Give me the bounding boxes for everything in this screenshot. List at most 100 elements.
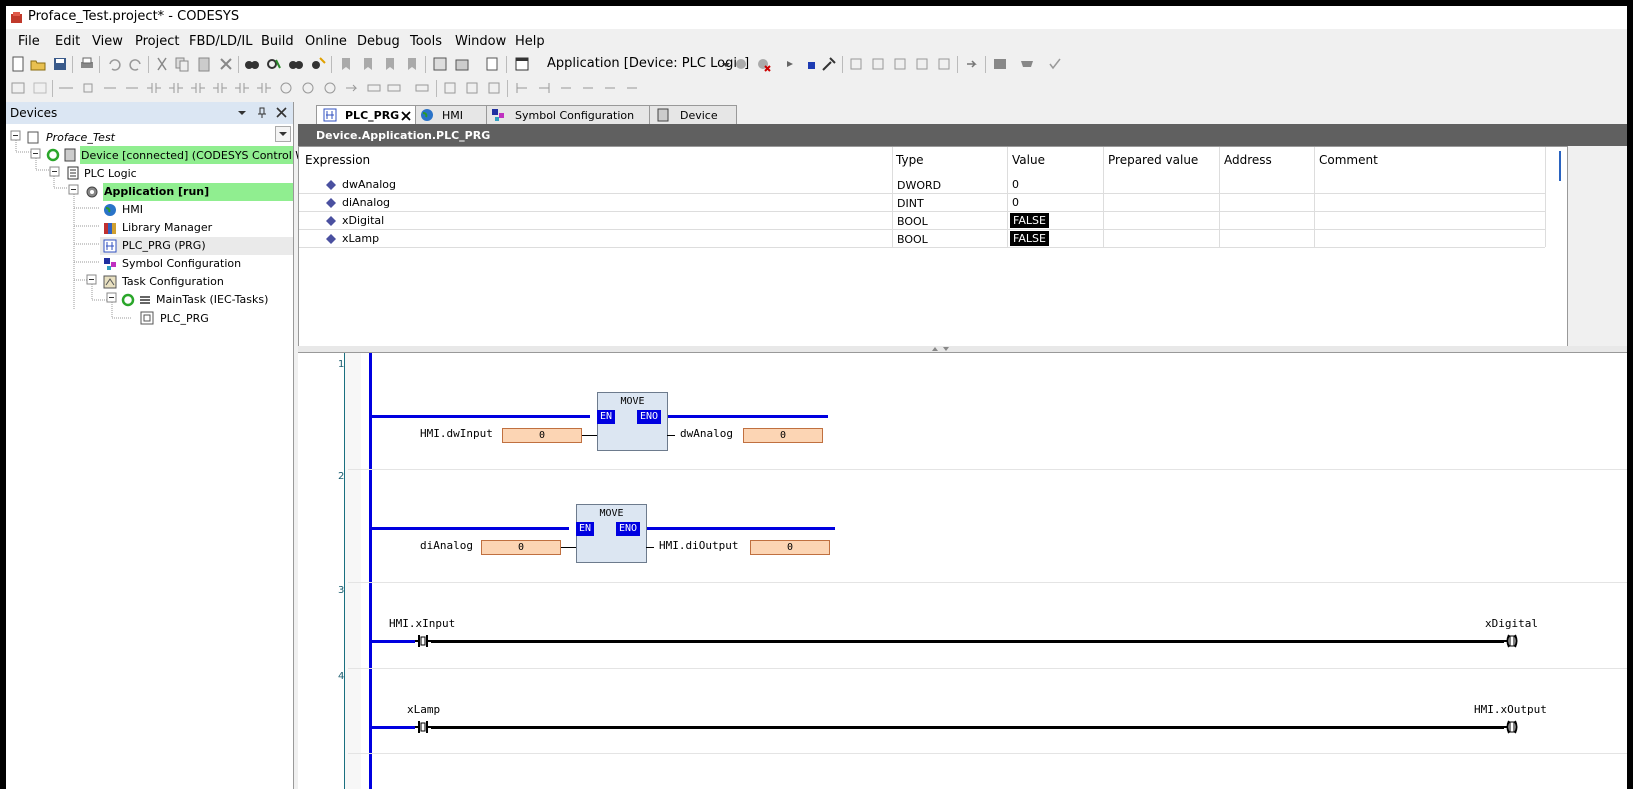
insert-rising-edge-icon[interactable] xyxy=(234,80,250,96)
breakpoint-icon[interactable] xyxy=(848,56,864,72)
copy-icon[interactable] xyxy=(174,56,190,72)
online-value-box[interactable]: 0 xyxy=(502,428,582,443)
menu-help[interactable]: Help xyxy=(515,34,545,49)
menu-edit[interactable]: Edit xyxy=(55,34,80,49)
menu-window[interactable]: Window xyxy=(455,34,506,49)
column-header-expression[interactable]: Expression xyxy=(305,153,370,167)
logout-icon[interactable] xyxy=(755,56,771,72)
menu-debug[interactable]: Debug xyxy=(357,34,400,49)
tree-item-plc-logic[interactable]: PLC Logic xyxy=(84,167,137,180)
coil-icon[interactable] xyxy=(1504,634,1520,648)
open-folder-icon[interactable] xyxy=(30,56,46,72)
start-icon[interactable] xyxy=(782,56,798,72)
write-values-icon[interactable] xyxy=(964,56,980,72)
input-variable-label[interactable]: HMI.dwInput xyxy=(420,427,493,440)
menu-tools[interactable]: Tools xyxy=(410,34,442,49)
copy-project-icon[interactable] xyxy=(432,56,448,72)
network-below-icon[interactable] xyxy=(32,80,48,96)
tree-item-symbol-configuration[interactable]: Symbol Configuration xyxy=(122,257,241,270)
network-icon[interactable] xyxy=(10,80,26,96)
calendar-icon[interactable] xyxy=(514,56,530,72)
insert-label-icon[interactable] xyxy=(366,80,382,96)
print-icon[interactable] xyxy=(79,56,95,72)
insert-parallel-contact-icon[interactable] xyxy=(190,80,206,96)
login-icon[interactable] xyxy=(733,56,749,72)
online-value-box[interactable]: 0 xyxy=(750,540,830,555)
output-variable-label[interactable]: HMI.diOutput xyxy=(659,539,738,552)
bookmark-next-icon[interactable] xyxy=(360,56,376,72)
edge-detect-icon[interactable] xyxy=(580,80,596,96)
insert-input-icon[interactable] xyxy=(386,80,402,96)
negate-icon[interactable] xyxy=(558,80,574,96)
tree-item-project[interactable]: Proface_Test xyxy=(46,131,115,144)
insert-output-icon[interactable] xyxy=(414,80,430,96)
column-header-comment[interactable]: Comment xyxy=(1319,153,1378,167)
insert-falling-edge-icon[interactable] xyxy=(256,80,272,96)
insert-box-icon[interactable] xyxy=(80,80,96,96)
input-variable-label[interactable]: diAnalog xyxy=(420,539,473,552)
insert-coil-icon[interactable] xyxy=(278,80,294,96)
save-icon[interactable] xyxy=(52,56,68,72)
set-branch-end-icon[interactable] xyxy=(536,80,552,96)
step-out-icon[interactable] xyxy=(914,56,930,72)
tree-item-library-manager[interactable]: Library Manager xyxy=(122,221,212,234)
contact-variable-label[interactable]: HMI.xInput xyxy=(389,617,455,630)
insert-reset-coil-icon[interactable] xyxy=(322,80,338,96)
output-variable-label[interactable]: dwAnalog xyxy=(680,427,733,440)
add-object-icon[interactable] xyxy=(454,56,470,72)
tree-item-plc-prg[interactable]: PLC_PRG (PRG) xyxy=(122,239,206,252)
coil-variable-label[interactable]: HMI.xOutput xyxy=(1474,703,1547,716)
column-header-type[interactable]: Type xyxy=(896,153,924,167)
tab-symbol-configuration[interactable]: Symbol Configuration xyxy=(486,105,650,125)
bookmark-clear-icon[interactable] xyxy=(404,56,420,72)
normally-open-contact-icon[interactable] xyxy=(415,720,431,734)
force-values-icon[interactable] xyxy=(992,56,1008,72)
tab-plc-prg[interactable]: PLC_PRG xyxy=(316,105,416,125)
tree-item-application[interactable]: Application [run] xyxy=(104,185,209,198)
set-branch-start-icon[interactable] xyxy=(514,80,530,96)
tree-item-plc-prg-call[interactable]: PLC_PRG xyxy=(160,312,209,325)
column-header-prepared-value[interactable]: Prepared value xyxy=(1108,153,1198,167)
insert-contact-icon[interactable] xyxy=(146,80,162,96)
find-replace-icon[interactable] xyxy=(266,56,282,72)
paste-icon[interactable] xyxy=(196,56,212,72)
tree-item-task-configuration[interactable]: Task Configuration xyxy=(122,275,224,288)
insert-negated-contact-icon[interactable] xyxy=(168,80,184,96)
pin-icon[interactable] xyxy=(257,107,267,119)
set-reset-icon[interactable] xyxy=(602,80,618,96)
run-to-cursor-icon[interactable] xyxy=(936,56,952,72)
menu-file[interactable]: File xyxy=(18,34,40,49)
reset-icon[interactable] xyxy=(821,56,837,72)
tab-device[interactable]: Device xyxy=(649,105,737,125)
contact-variable-label[interactable]: xLamp xyxy=(407,703,440,716)
check-icon[interactable] xyxy=(1047,56,1063,72)
insert-branch-icon[interactable] xyxy=(464,80,480,96)
column-header-value[interactable]: Value xyxy=(1012,153,1045,167)
insert-jump-icon[interactable] xyxy=(102,80,118,96)
insert-comment-icon[interactable] xyxy=(442,80,458,96)
bookmark-icon[interactable] xyxy=(338,56,354,72)
normally-open-contact-icon[interactable] xyxy=(415,634,431,648)
close-tab-icon[interactable] xyxy=(401,111,411,121)
step-into-icon[interactable] xyxy=(892,56,908,72)
bookmark-prev-icon[interactable] xyxy=(382,56,398,72)
insert-return-icon[interactable] xyxy=(124,80,140,96)
insert-branch-above-icon[interactable] xyxy=(486,80,502,96)
find-in-project-icon[interactable] xyxy=(288,56,304,72)
online-value-box[interactable]: 0 xyxy=(481,540,561,555)
stop-icon[interactable] xyxy=(803,56,819,72)
menu-fbd-ld-il[interactable]: FBD/LD/IL xyxy=(189,34,253,49)
insert-var-icon[interactable] xyxy=(58,80,74,96)
insert-arrow-icon[interactable] xyxy=(344,80,360,96)
insert-set-coil-icon[interactable] xyxy=(300,80,316,96)
menu-project[interactable]: Project xyxy=(135,34,179,49)
menu-build[interactable]: Build xyxy=(261,34,294,49)
connect-icon[interactable] xyxy=(624,80,640,96)
find-icon[interactable] xyxy=(244,56,260,72)
replace-in-project-icon[interactable] xyxy=(310,56,326,72)
tree-item-maintask[interactable]: MainTask (IEC-Tasks) xyxy=(156,293,268,306)
online-value-box[interactable]: 0 xyxy=(743,428,823,443)
column-header-address[interactable]: Address xyxy=(1224,153,1272,167)
insert-parallel-negated-icon[interactable] xyxy=(212,80,228,96)
device-add-icon[interactable] xyxy=(484,56,500,72)
